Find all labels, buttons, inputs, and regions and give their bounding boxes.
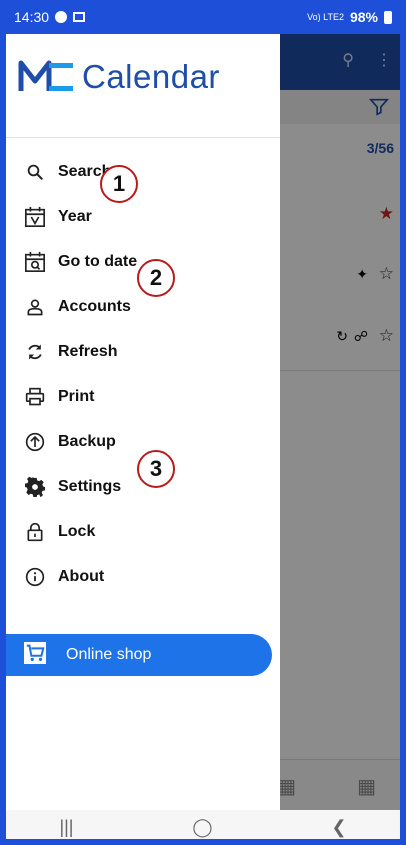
annotation-badge: 1 [100, 165, 138, 203]
menu-item-print[interactable]: Print [0, 374, 280, 419]
menu-label: Year [58, 207, 92, 225]
lock-icon [24, 521, 46, 543]
battery-percent: 98% [349, 9, 378, 25]
year-calendar-icon [24, 206, 46, 228]
navigation-drawer: Calendar Search Year Go to date Accounts… [0, 34, 280, 810]
image-notification-icon [73, 12, 86, 22]
printer-icon [24, 386, 46, 408]
menu-item-lock[interactable]: Lock [0, 509, 280, 554]
menu-item-about[interactable]: About [0, 554, 280, 599]
gear-icon [24, 476, 46, 498]
menu-label: Refresh [58, 342, 118, 360]
menu-label: Lock [58, 522, 96, 540]
notification-icon [55, 11, 68, 23]
menu-label: Settings [58, 477, 122, 495]
go-to-date-icon [24, 251, 46, 273]
menu-label: Backup [58, 432, 116, 450]
drawer-menu: Search Year Go to date Accounts Refresh [0, 149, 280, 599]
system-nav-bar: ||| ◯ ❮ [0, 810, 406, 845]
status-bar: 14:30 Vo) LTE2 98% [0, 0, 406, 34]
battery-icon [384, 10, 392, 24]
menu-label: Print [58, 387, 95, 405]
menu-item-refresh[interactable]: Refresh [0, 329, 280, 374]
mc-logo-icon [18, 60, 73, 91]
menu-item-year[interactable]: Year [0, 194, 280, 239]
menu-label: About [58, 567, 105, 585]
home-icon[interactable]: ◯ [192, 817, 212, 838]
back-icon[interactable]: ❮ [331, 817, 346, 838]
refresh-icon [24, 341, 46, 363]
divider [0, 137, 280, 138]
annotation-badge: 3 [137, 450, 175, 488]
status-left: 14:30 [14, 9, 86, 25]
menu-label: Go to date [58, 252, 138, 270]
person-icon [24, 296, 46, 318]
info-icon [24, 566, 46, 588]
online-shop-button[interactable]: Online shop [0, 634, 272, 676]
menu-label: Accounts [58, 297, 131, 315]
menu-item-search[interactable]: Search [0, 149, 280, 194]
status-right: Vo) LTE2 98% [307, 9, 392, 25]
recents-icon[interactable]: ||| [59, 817, 73, 838]
annotation-badge: 2 [137, 259, 175, 297]
status-time: 14:30 [14, 9, 50, 25]
signal-text: Vo) LTE2 [307, 12, 344, 22]
search-icon [24, 161, 46, 183]
app-logo: Calendar [18, 52, 220, 102]
app-title: Calendar [82, 58, 220, 95]
shopping-cart-icon [24, 641, 46, 669]
upload-icon [24, 431, 46, 453]
online-shop-label: Online shop [66, 646, 152, 663]
menu-item-accounts[interactable]: Accounts [0, 284, 280, 329]
